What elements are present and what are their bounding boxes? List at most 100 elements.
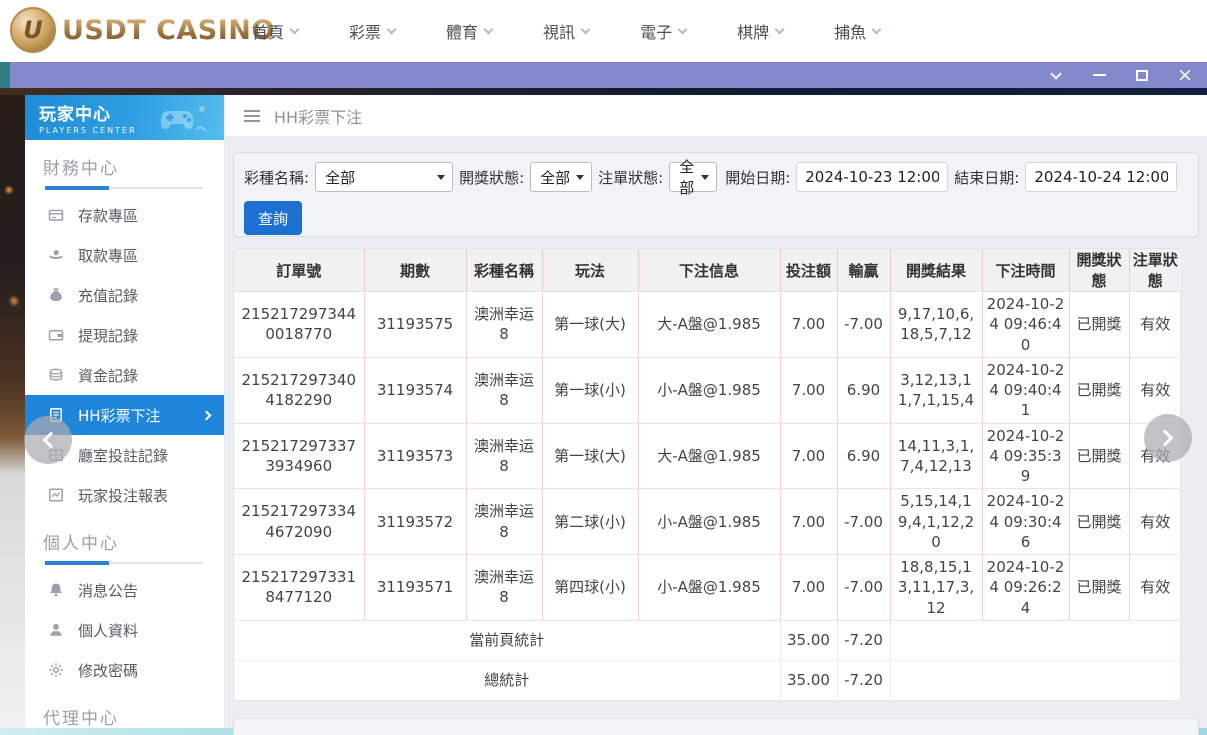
cell-period: 31193571	[363, 554, 466, 621]
sidebar-item-修改密碼[interactable]: 修改密碼	[25, 650, 224, 690]
cell-bet-time: 2024-10-24 09:35:39	[981, 423, 1069, 490]
cell-order-status: 有效	[1128, 554, 1181, 621]
table-row: 2152172973373934960 31193573 澳洲幸运8 第一球(大) 大-…	[234, 423, 1181, 490]
nav-item-6[interactable]: 棋牌	[737, 19, 785, 43]
nav-item-7[interactable]: 捕魚	[834, 19, 882, 43]
cell-bet-info: 小-A盤@1.985	[637, 554, 780, 621]
table-header-row: 訂單號 期數 彩種名稱 玩法 下注信息 投注額 輸贏 開獎結果 下注時間 開獎狀態 注單狀態	[234, 249, 1181, 292]
chevron-right-icon	[1156, 429, 1174, 447]
summary-bet-total: 35.00	[779, 660, 837, 701]
cell-bet-amount: 7.00	[779, 554, 837, 621]
lottery-name-select[interactable]: 全部	[315, 162, 454, 192]
carousel-next-button[interactable]	[1144, 414, 1192, 462]
cell-lottery-name: 澳洲幸运8	[465, 291, 542, 358]
cell-lottery-name: 澳洲幸运8	[465, 423, 542, 490]
column-header-開獎狀態: 開獎狀態	[1068, 249, 1129, 292]
sidebar-section-label: 個人中心	[43, 534, 119, 554]
nav-item-label: 棋牌	[737, 23, 770, 42]
draw-status-select[interactable]: 全部	[530, 162, 593, 192]
bets-table: 訂單號 期數 彩種名稱 玩法 下注信息 投注額 輸贏 開獎結果 下注時間 開獎狀態 注單狀態 215…	[234, 249, 1181, 701]
cell-order-no: 2152172973373934960	[234, 423, 364, 490]
window-border-corner	[0, 62, 10, 88]
nav-item-2[interactable]: 彩票	[349, 19, 397, 43]
sidebar-item-提現記錄[interactable]: 提現記錄	[25, 315, 224, 355]
cell-order-no: 2152172973404182290	[234, 357, 364, 424]
report-chart-icon	[48, 487, 64, 503]
column-header-玩法: 玩法	[541, 249, 638, 292]
cell-order-status: 有效	[1128, 357, 1181, 424]
sidebar-item-資金記錄[interactable]: 資金記錄	[25, 355, 224, 395]
column-header-投注額: 投注額	[779, 249, 837, 292]
cell-draw-status: 已開獎	[1068, 554, 1129, 621]
nav-item-3[interactable]: 體育	[446, 19, 494, 43]
chevron-down-icon	[677, 24, 688, 34]
maximize-icon	[1136, 69, 1148, 81]
sidebar-item-充值記錄[interactable]: 充值記錄	[25, 275, 224, 315]
cell-draw-status: 已開獎	[1068, 291, 1129, 358]
logo-u-letter: U	[23, 16, 43, 44]
cell-bet-amount: 7.00	[779, 357, 837, 424]
column-header-下注時間: 下注時間	[981, 249, 1069, 292]
cell-period: 31193574	[363, 357, 466, 424]
carousel-prev-button[interactable]	[24, 416, 72, 464]
withdraw-hand-icon	[48, 247, 64, 263]
nav-item-label: 首頁	[252, 23, 285, 42]
cell-lottery-name: 澳洲幸运8	[465, 488, 542, 555]
column-header-開獎結果: 開獎結果	[889, 249, 982, 292]
order-status-select[interactable]: 全部	[669, 158, 718, 197]
coins-icon	[48, 367, 64, 383]
summary-winloss-total: -7.20	[836, 660, 890, 701]
table-row: 2152172973318477120 31193571 澳洲幸运8 第四球(小) 小-…	[234, 554, 1181, 621]
sidebar-section-label: 代理中心	[43, 709, 119, 729]
sidebar-section-label: 財務中心	[43, 159, 119, 179]
wallet-icon	[48, 327, 64, 343]
sidebar-section-items: 消息公告 個人資料 修改密碼	[25, 570, 224, 690]
nav-item-4[interactable]: 視訊	[543, 19, 591, 43]
window-minimize-button[interactable]	[1087, 65, 1111, 85]
cell-win-loss: -7.00	[836, 554, 890, 621]
cell-win-loss: -7.00	[836, 488, 890, 555]
logo-text: USDT CASINO	[62, 14, 275, 46]
search-button[interactable]: 查詢	[244, 201, 302, 235]
sidebar-item-玩家投注報表[interactable]: 玩家投注報表	[25, 475, 224, 515]
cell-bet-info: 大-A盤@1.985	[637, 423, 780, 490]
sidebar-item-取款專區[interactable]: 取款專區	[25, 235, 224, 275]
logo-emblem-icon: U	[10, 7, 56, 53]
nav-item-1[interactable]: 首頁	[252, 19, 300, 43]
window-maximize-button[interactable]	[1130, 65, 1154, 85]
lottery-name-label: 彩種名稱:	[244, 168, 310, 187]
table-row: 2152172973404182290 31193574 澳洲幸运8 第一球(小) 小-…	[234, 357, 1181, 424]
hamburger-menu-icon[interactable]	[244, 109, 260, 122]
cell-bet-amount: 7.00	[779, 423, 837, 490]
sidebar-item-消息公告[interactable]: 消息公告	[25, 570, 224, 610]
cell-win-loss: 6.90	[836, 423, 890, 490]
cell-draw-result: 3,12,13,11,7,1,15,4	[889, 357, 982, 424]
main-panel: HH彩票下注 彩種名稱: 全部 開獎狀態: 全部 注單狀態: 全部 開始日期: …	[225, 95, 1207, 735]
order-status-label: 注單狀態:	[598, 168, 664, 187]
sidebar-item-存款專區[interactable]: 存款專區	[25, 195, 224, 235]
site-logo[interactable]: U USDT CASINO	[10, 7, 275, 53]
window-dropdown-button[interactable]	[1044, 65, 1068, 85]
chevron-down-icon	[483, 24, 494, 34]
column-header-彩種名稱: 彩種名稱	[465, 249, 542, 292]
cell-order-no: 2152172973440018770	[234, 291, 364, 358]
cell-draw-result: 18,8,15,13,11,17,3,12	[889, 554, 982, 621]
moneybag-icon	[48, 287, 64, 303]
column-header-輸贏: 輸贏	[836, 249, 890, 292]
cell-order-status: 有效	[1128, 291, 1181, 358]
sidebar-section-3: 代理中心	[25, 690, 224, 735]
section-underline	[45, 186, 203, 190]
top-navbar: U USDT CASINO 首頁 彩票 體育 視訊 電子 棋牌 捕魚	[0, 0, 1207, 62]
cell-draw-status: 已開獎	[1068, 488, 1129, 555]
column-header-期數: 期數	[363, 249, 466, 292]
window-close-button[interactable]: ×	[1173, 65, 1197, 85]
start-date-input[interactable]	[796, 162, 949, 192]
cell-order-no: 2152172973344672090	[234, 488, 364, 555]
cell-period: 31193575	[363, 291, 466, 358]
summary-empty	[889, 620, 1181, 661]
nav-item-5[interactable]: 電子	[640, 19, 688, 43]
sidebar-item-個人資料[interactable]: 個人資料	[25, 610, 224, 650]
filter-panel: 彩種名稱: 全部 開獎狀態: 全部 注單狀態: 全部 開始日期: 結束日期: 查…	[233, 152, 1199, 237]
end-date-input[interactable]	[1025, 162, 1178, 192]
cell-play-type: 第四球(小)	[541, 554, 638, 621]
